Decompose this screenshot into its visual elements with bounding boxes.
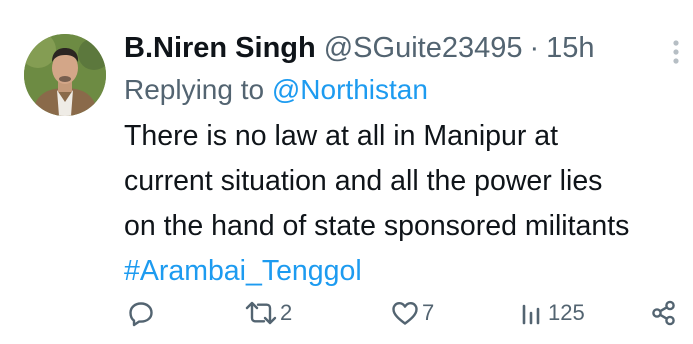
author-handle[interactable]: @SGuite23495: [324, 30, 523, 66]
tweet-text-line: on the hand of state sponsored militants: [124, 210, 630, 242]
tweet-text-line: There is no law at all in Manipur at: [124, 120, 559, 152]
replying-mention-link[interactable]: @Northistan: [272, 74, 428, 105]
more-icon: [673, 40, 679, 64]
views-count: 125: [548, 300, 585, 325]
tweet-header: B.Niren Singh @SGuite23495 · 15h: [124, 30, 684, 66]
views-button[interactable]: 125: [520, 296, 585, 330]
tweet-actions: 2 7 125: [0, 296, 693, 330]
replying-prefix: Replying to: [124, 74, 265, 105]
retweet-icon: [245, 301, 277, 325]
tweet[interactable]: B.Niren Singh @SGuite23495 · 15h Replyin…: [0, 0, 693, 344]
views-icon: [522, 304, 540, 325]
like-count: 7: [422, 300, 435, 325]
tweet-text-line: current situation and all the power lies: [124, 165, 603, 197]
like-button[interactable]: 7: [390, 296, 434, 330]
hashtag-link[interactable]: #Arambai_Tenggol: [124, 249, 684, 294]
more-options-button[interactable]: [670, 34, 682, 70]
retweet-count: 2: [280, 300, 293, 325]
replying-to: Replying to @Northistan: [124, 72, 684, 108]
tweet-content: B.Niren Singh @SGuite23495 · 15h Replyin…: [124, 30, 684, 294]
share-button[interactable]: [650, 296, 678, 330]
author-name[interactable]: B.Niren Singh: [124, 30, 316, 66]
tweet-timestamp[interactable]: 15h: [546, 30, 594, 66]
share-icon: [652, 300, 675, 326]
reply-icon: [129, 302, 153, 327]
heart-icon: [392, 302, 418, 325]
tweet-text: There is no law at all in Manipur at cur…: [124, 114, 684, 294]
separator-dot: ·: [529, 32, 540, 64]
reply-button[interactable]: [127, 296, 155, 330]
retweet-button[interactable]: 2: [244, 296, 292, 330]
avatar[interactable]: [24, 34, 106, 116]
